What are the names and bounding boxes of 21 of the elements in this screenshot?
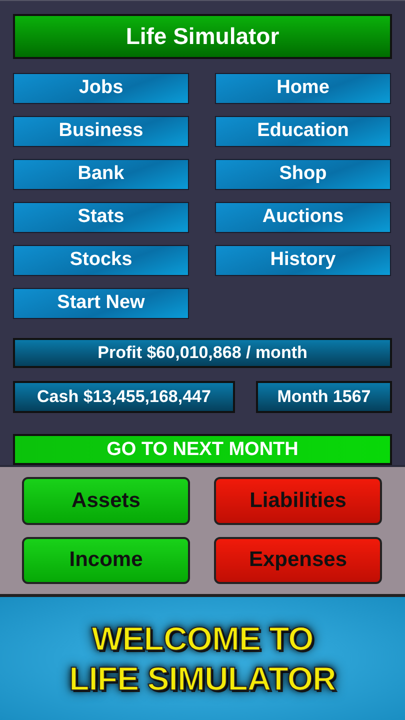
finance-button[interactable]: Assets [22,477,190,524]
finance-button[interactable]: Liabilities [214,477,382,524]
menu-button[interactable]: Jobs [13,72,189,104]
menu-button[interactable]: Stocks [13,244,189,276]
title-button[interactable]: Life Simulator [13,14,392,59]
menu-button[interactable]: Stats [13,202,189,233]
finance-button[interactable]: Income [22,536,190,584]
profit-label: Profit $60,010,868 / month [13,338,392,368]
banner-text: LIFE SIMULATOR [69,660,336,698]
menu-button[interactable]: Business [13,116,189,147]
menu-button[interactable]: Auctions [215,202,391,233]
menu-button[interactable]: Home [215,72,391,104]
banner-text: WELCOME TO [92,620,314,658]
menu-button[interactable]: Start New [13,288,189,319]
menu-button[interactable]: Bank [13,158,189,190]
menu-button[interactable]: History [215,244,391,276]
menu-button[interactable]: Shop [215,158,391,190]
cash-label: Cash $13,455,168,447 [13,381,235,414]
finance-button[interactable]: Expenses [214,536,382,584]
month-label: Month 1567 [256,381,392,414]
menu-button[interactable]: Education [215,116,391,147]
